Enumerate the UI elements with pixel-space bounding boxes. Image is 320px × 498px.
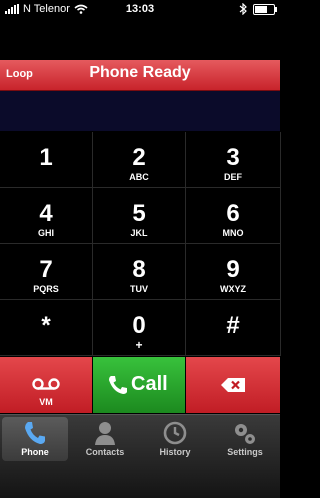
clock-icon [163,421,187,445]
gears-icon [235,424,255,444]
backspace-icon [221,378,245,392]
tab-label: Phone [21,447,49,457]
key-letters: TUV [130,284,148,294]
key-letters: ABC [129,172,149,182]
voicemail-button[interactable]: VM [0,357,92,413]
tab-bar: Phone Contacts History Settings [0,414,280,498]
key-digit: 2 [132,144,146,171]
tab-phone[interactable]: Phone [2,417,68,461]
call-label: Call [131,373,168,395]
key-digit: 0 [132,312,146,339]
key-letters: GHI [37,228,54,238]
tab-contacts[interactable]: Contacts [72,417,138,461]
key-letters: MNO [222,228,244,238]
key-digit: * [41,312,51,339]
number-display [0,91,280,131]
key-digit: 7 [39,256,53,283]
key-digit: 9 [226,256,240,283]
key-0[interactable]: 0 + [93,300,186,356]
key-1[interactable]: 1 [0,132,93,188]
contacts-icon [95,422,115,445]
phone-icon [109,376,127,394]
page-title: Phone Ready [89,64,191,81]
tab-history[interactable]: History [142,417,208,461]
key-star[interactable]: * [0,300,93,356]
key-digit: 5 [132,200,146,227]
key-digit: 3 [226,144,240,171]
key-digit: 4 [39,200,53,227]
key-2[interactable]: 2 ABC [93,132,186,188]
app-header: Loop Phone Ready [0,60,280,91]
key-8[interactable]: 8 TUV [93,244,186,300]
key-3[interactable]: 3 DEF [186,132,281,188]
voicemail-icon [32,378,60,390]
call-button[interactable]: Call [93,357,185,413]
key-digit: 6 [226,200,240,227]
key-hash[interactable]: # [186,300,281,356]
delete-button[interactable] [186,357,280,413]
key-letters: PQRS [33,284,59,294]
voicemail-label: VM [39,397,53,407]
tab-settings[interactable]: Settings [212,417,278,461]
key-7[interactable]: 7 PQRS [0,244,93,300]
bluetooth-icon [239,3,247,15]
key-9[interactable]: 9 WXYZ [186,244,281,300]
phone-icon [25,422,45,444]
key-4[interactable]: 4 GHI [0,188,93,244]
action-row: VM Call [0,357,280,413]
status-bar: N Telenor 13:03 [0,0,280,20]
tab-label: Contacts [85,447,125,457]
key-letters: DEF [224,172,242,182]
key-digit: 1 [39,144,53,171]
key-letters: JKL [130,228,148,238]
key-letters: + [135,338,143,352]
key-letters: WXYZ [220,284,246,294]
key-digit: 8 [132,256,146,283]
tab-label: Settings [227,447,263,457]
key-6[interactable]: 6 MNO [186,188,281,244]
key-digit: # [226,312,240,339]
tab-label: History [159,447,191,457]
key-5[interactable]: 5 JKL [93,188,186,244]
status-time: 13:03 [125,3,155,15]
battery-icon [253,3,277,15]
